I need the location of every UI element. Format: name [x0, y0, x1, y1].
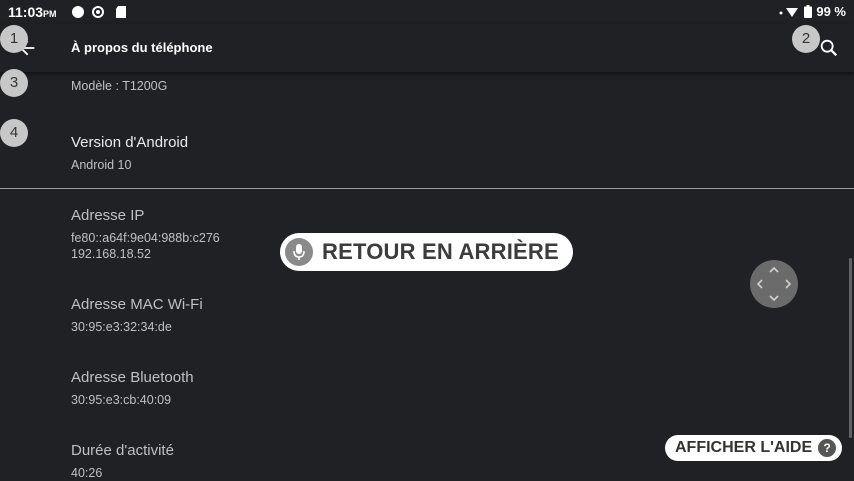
item-title: Durée d'activité: [71, 442, 174, 459]
list-item-uptime[interactable]: Durée d'activité 40:26: [71, 442, 174, 481]
sd-card-icon: [116, 6, 126, 18]
item-title: Version d'Android: [71, 134, 189, 151]
scrollbar[interactable]: [849, 258, 852, 438]
overlay-number-4[interactable]: 4: [0, 119, 28, 147]
item-subtitle: 30:95:e3:cb:40:09: [71, 393, 172, 407]
status-time: 11:03PM: [8, 4, 57, 20]
item-subtitle: 40:26: [71, 466, 103, 480]
list-item-android-version[interactable]: Version d'Android Android 10: [71, 134, 188, 173]
status-ampm: PM: [43, 9, 57, 19]
voice-command-toast: RETOUR EN ARRIÈRE: [280, 233, 573, 271]
show-help-button[interactable]: AFFICHER L'AIDE ?: [665, 435, 843, 461]
list-item-wifi-mac[interactable]: Adresse MAC Wi-Fi 30:95:e3:32:34:de: [71, 296, 203, 335]
help-icon: ?: [818, 439, 837, 457]
dpad-arrows-icon: [756, 266, 792, 302]
item-subtitle: Android 10: [71, 158, 132, 172]
battery-icon: [804, 5, 813, 18]
status-right: 99 %: [778, 4, 846, 19]
item-title: Adresse MAC Wi-Fi: [71, 296, 203, 313]
item-title: Adresse IP: [71, 207, 145, 224]
item-title: Adresse Bluetooth: [71, 369, 194, 386]
list-item-bluetooth-address[interactable]: Adresse Bluetooth 30:95:e3:cb:40:09: [71, 369, 194, 408]
battery-percent: 99 %: [816, 4, 846, 19]
item-subtitle-2: 192.168.18.52: [71, 247, 151, 261]
help-label: AFFICHER L'AIDE: [675, 439, 813, 456]
item-subtitle: Modèle : T1200G: [71, 79, 168, 93]
search-icon[interactable]: [818, 37, 840, 59]
voice-command-label: RETOUR EN ARRIÈRE: [322, 239, 559, 264]
status-bar: 11:03PM 99 %: [0, 0, 854, 24]
sync-icon: [92, 6, 104, 18]
page-title: À propos du téléphone: [71, 40, 213, 55]
item-subtitle: fe80::a64f:9e04:988b:c276: [71, 231, 220, 245]
overlay-number-1[interactable]: 1: [0, 25, 28, 53]
section-divider: [0, 188, 854, 189]
list-item-ip-address[interactable]: Adresse IP fe80::a64f:9e04:988b:c276 192…: [71, 207, 220, 262]
item-subtitle: 30:95:e3:32:34:de: [71, 320, 172, 334]
wifi-icon: [779, 7, 799, 17]
dpad-navigation[interactable]: [750, 260, 798, 308]
overlay-number-3[interactable]: 3: [0, 69, 28, 97]
app-bar: À propos du téléphone: [0, 24, 854, 72]
mic-icon: [285, 238, 313, 266]
circle-icon: [72, 6, 84, 18]
overlay-number-2[interactable]: 2: [792, 25, 820, 53]
